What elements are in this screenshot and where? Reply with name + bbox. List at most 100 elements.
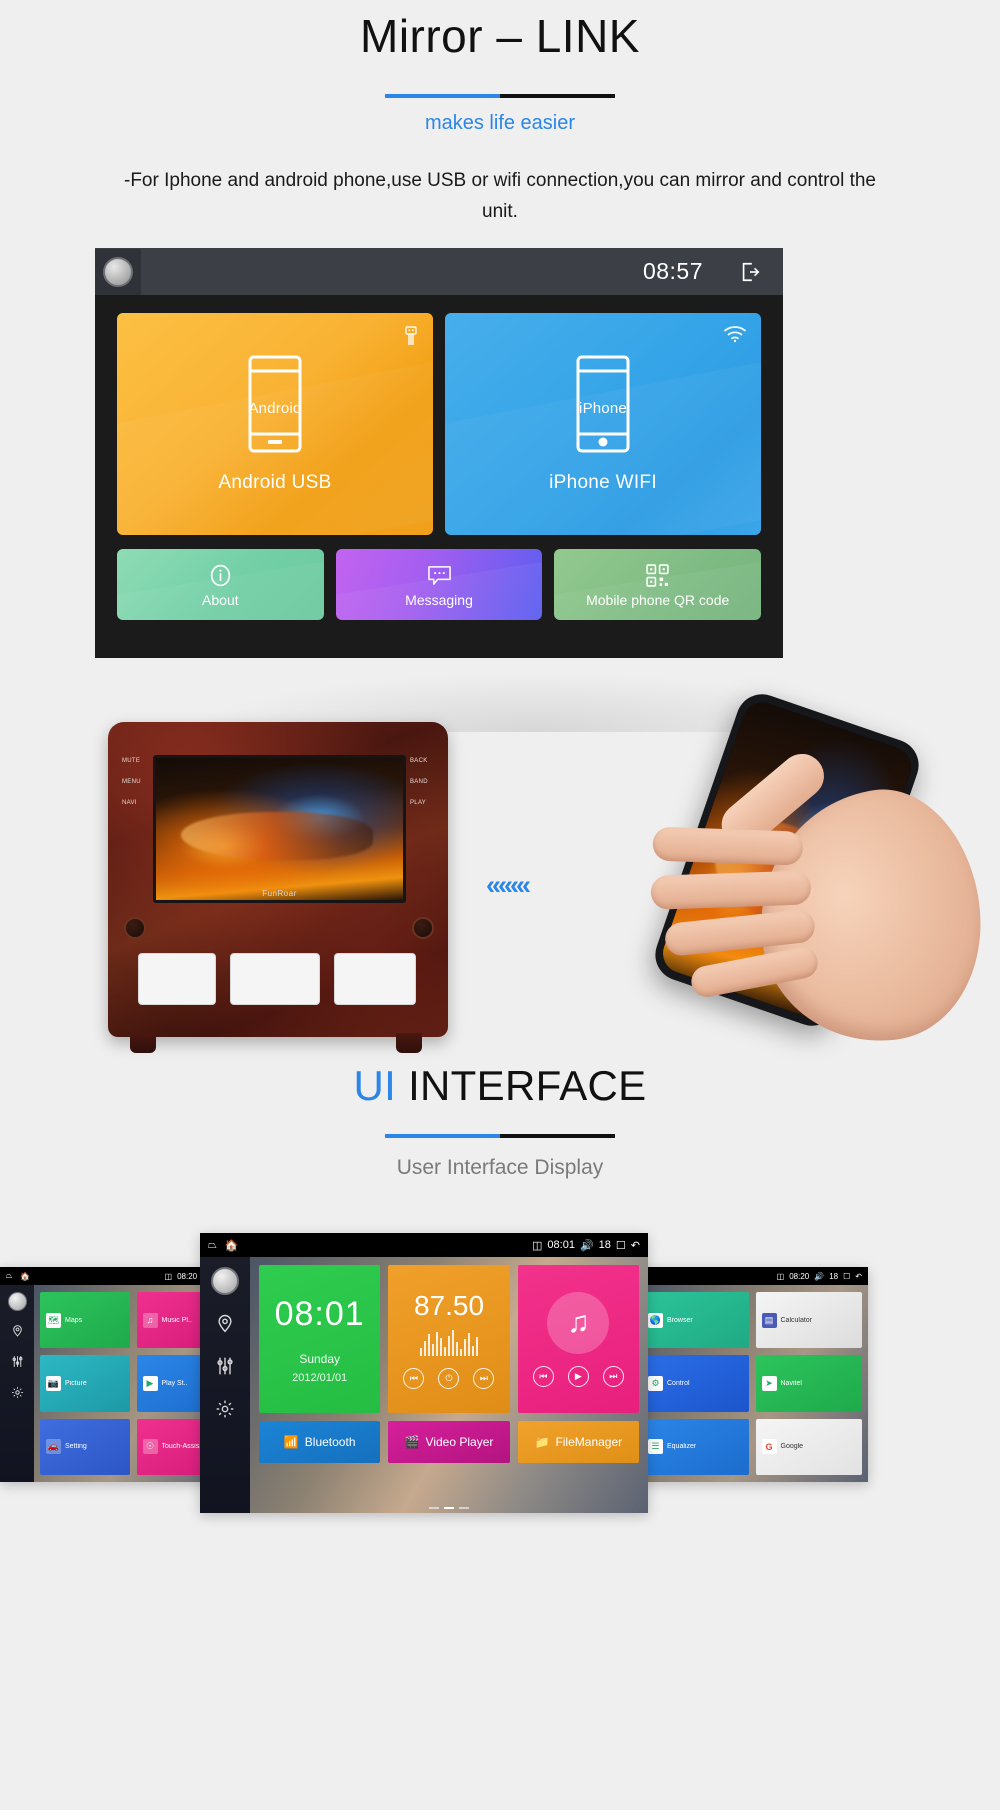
equalizer-icon[interactable] — [215, 1356, 235, 1381]
clock-time: 08:01 — [274, 1294, 365, 1333]
mirror-direction-arrows: ‹‹‹‹‹‹‹ — [486, 870, 531, 900]
recents-icon[interactable]: ☐ — [616, 1239, 626, 1252]
android-usb-tile[interactable]: Android Android USB — [117, 313, 433, 535]
bluetooth-shortcut[interactable]: 📶 Bluetooth — [259, 1421, 381, 1463]
next-track-icon[interactable]: ⏭ — [602, 1365, 624, 1387]
shortcut-label: Video Player — [425, 1435, 494, 1449]
btn-mute: MUTE — [122, 758, 141, 764]
navitel-icon: ➤ — [761, 1375, 777, 1391]
left-rail-knob-icon[interactable] — [7, 1292, 27, 1311]
app-google[interactable]: G Google — [755, 1418, 862, 1475]
play-icon[interactable]: ▶ — [567, 1365, 589, 1387]
google-icon: G — [761, 1439, 777, 1455]
qr-code-tile[interactable]: Mobile phone QR code — [554, 549, 762, 620]
apps-icon[interactable]: 🏠 — [225, 1239, 239, 1252]
speaker-icon: 🔊 — [814, 1271, 825, 1281]
control-icon: ⚙ — [648, 1375, 663, 1391]
about-tile[interactable]: About — [117, 549, 324, 620]
recents-icon[interactable]: ☐ — [843, 1272, 850, 1281]
radio-waveform-icon — [419, 1329, 478, 1356]
left-knob-icon — [124, 917, 146, 939]
middle-rail — [200, 1257, 250, 1513]
gear-icon[interactable] — [215, 1399, 235, 1424]
play-store-icon: ▶ — [142, 1375, 158, 1391]
right-volume-level: 18 — [829, 1271, 839, 1281]
home-icon[interactable]: ⏢ — [6, 1271, 12, 1281]
location-pin-icon[interactable] — [215, 1313, 235, 1338]
title-divider — [385, 93, 615, 98]
music-note-icon: ♫ — [142, 1312, 158, 1328]
ui-title-accent: UI — [353, 1062, 397, 1109]
hero-subtitle: makes life easier — [424, 111, 576, 134]
iphone-wifi-tile[interactable]: iPhone iPhone WIFI — [445, 313, 761, 535]
head-unit-left-buttons: MUTE MENU NAVI — [122, 758, 148, 821]
hero-section: Mirror – LINK makes life easier -For Iph… — [0, 0, 1000, 227]
shortcut-label: Bluetooth — [304, 1435, 356, 1449]
divider-blue-half — [385, 93, 500, 98]
clock-date: 2012/01/01 — [292, 1371, 348, 1384]
btn-back: BACK — [410, 758, 428, 764]
page-dot[interactable] — [459, 1507, 469, 1509]
mirror-utility-tiles: About Messaging Mobile phone QR code — [95, 535, 783, 620]
wifi-icon — [723, 325, 747, 348]
app-maps[interactable]: 🗺 Maps — [40, 1292, 130, 1349]
btn-play: PLAY — [410, 800, 427, 806]
prev-track-icon[interactable]: ⏮ — [403, 1367, 425, 1389]
page-title: Mirror – LINK — [360, 10, 640, 62]
app-label: Equalizer — [667, 1443, 697, 1451]
ui-title-divider — [385, 1134, 615, 1138]
gear-icon[interactable] — [11, 1386, 24, 1404]
app-equalizer[interactable]: ☰ Equalizer — [642, 1418, 749, 1475]
messaging-tile[interactable]: Messaging — [335, 549, 543, 620]
home-icon[interactable]: ⏢ — [208, 1239, 217, 1252]
app-setting[interactable]: 🚗 Setting — [40, 1418, 130, 1475]
globe-icon: 🌎 — [648, 1312, 663, 1328]
message-bubble-icon — [426, 562, 453, 589]
back-icon[interactable]: ↶ — [855, 1272, 862, 1281]
page-dot-active[interactable] — [444, 1507, 454, 1509]
clock-widget[interactable]: 08:01 Sunday 2012/01/01 — [259, 1265, 381, 1413]
right-status-bar: ◫ 08:20 🔊 18 ☐ ↶ — [636, 1267, 868, 1285]
middle-status-bar: ⏢ 🏠 ◫ 08:01 🔊 18 ☐ ↶ — [200, 1233, 648, 1257]
mount-tab-left — [130, 1033, 156, 1053]
page-dot[interactable] — [429, 1507, 439, 1509]
music-widget[interactable]: ♫ ⏮ ▶ ⏭ — [517, 1265, 639, 1413]
middle-volume-level: 18 — [598, 1239, 611, 1251]
finger-2 — [650, 870, 812, 910]
finger-1 — [652, 826, 804, 866]
usb-icon — [403, 325, 419, 354]
prev-track-icon[interactable]: ⏮ — [532, 1365, 554, 1387]
video-player-shortcut[interactable]: 🎬 Video Player — [388, 1421, 510, 1463]
btn-menu: MENU — [122, 779, 141, 785]
app-navitel[interactable]: ➤ Navitel — [755, 1355, 862, 1412]
iphone-wifi-label: iPhone WIFI — [549, 472, 657, 493]
home-knob-icon[interactable] — [95, 248, 141, 295]
about-label: About — [202, 591, 239, 608]
music-note-icon: ♫ — [547, 1291, 610, 1354]
right-status-time: 08:20 — [789, 1271, 810, 1281]
left-status-bar: ⏢ 🏠 ◫ 08:20 🔊 18 — [0, 1267, 232, 1285]
location-pin-icon[interactable] — [11, 1324, 24, 1342]
app-calculator[interactable]: ▤ Calculator — [755, 1292, 862, 1349]
right-screen-body: 🌎 Browser ▤ Calculator ⚙ Control ➤ Navit… — [636, 1285, 868, 1482]
clock-day: Sunday — [299, 1351, 341, 1366]
exit-icon[interactable] — [739, 261, 761, 283]
back-icon[interactable]: ↶ — [631, 1239, 640, 1252]
shortcut-label: FileManager — [555, 1435, 623, 1449]
app-browser[interactable]: 🌎 Browser — [642, 1292, 749, 1349]
app-picture[interactable]: 📷 Picture — [40, 1355, 130, 1412]
radio-widget[interactable]: 87.50 ⏮ ⏻ ⏭ — [388, 1265, 510, 1413]
app-label: Music Pl.. — [161, 1316, 192, 1324]
right-app-area: 🌎 Browser ▤ Calculator ⚙ Control ➤ Navit… — [636, 1285, 868, 1482]
app-label: Calculator — [780, 1316, 813, 1324]
qr-code-label: Mobile phone QR code — [586, 591, 730, 608]
app-control[interactable]: ⚙ Control — [642, 1355, 749, 1412]
middle-status-time: 08:01 — [547, 1239, 575, 1251]
middle-rail-knob-icon[interactable] — [211, 1267, 239, 1295]
power-icon[interactable]: ⏻ — [438, 1367, 460, 1389]
apps-icon[interactable]: 🏠 — [20, 1272, 30, 1281]
status-time: 08:57 — [642, 258, 703, 284]
equalizer-icon[interactable] — [11, 1355, 24, 1373]
next-track-icon[interactable]: ⏭ — [473, 1367, 495, 1389]
filemanager-shortcut[interactable]: 📁 FileManager — [517, 1421, 639, 1463]
